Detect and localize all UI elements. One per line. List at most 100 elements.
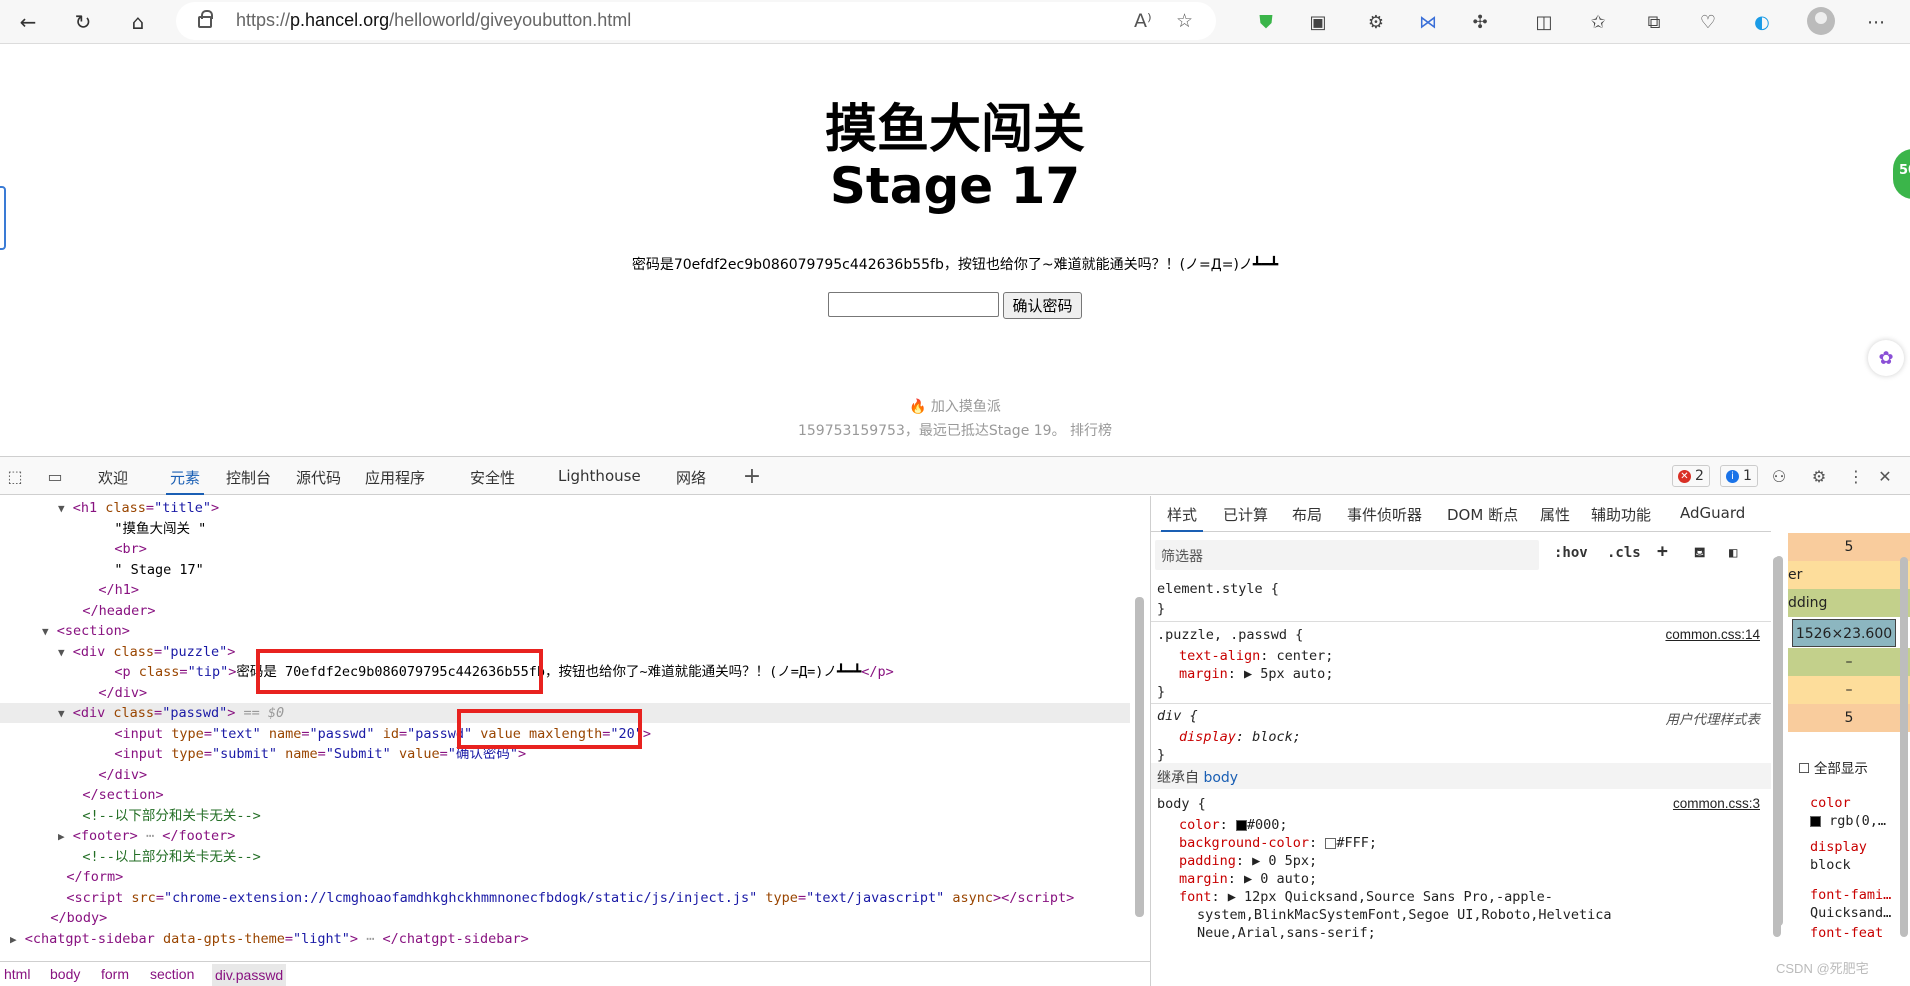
elements-scrollbar[interactable] [1134, 497, 1146, 952]
tab-adguard[interactable]: AdGuard [1680, 504, 1745, 522]
margin-bottom-value[interactable]: 5 [1788, 704, 1910, 732]
settings-icon[interactable]: ⚙ [1808, 465, 1830, 487]
dom-node-row[interactable]: ▼ <div class="puzzle"> [0, 642, 1130, 662]
toggle-sidebar-icon[interactable]: ◧ [1729, 545, 1737, 561]
dom-node-row[interactable]: ▶ <footer> ⋯ </footer> [0, 826, 1130, 846]
puzzle-rule-selector: .puzzle, .passwd { [1157, 627, 1304, 643]
prop-padding: padding: ▶ 0 5px; [1179, 853, 1318, 869]
stage-title: Stage 17 [829, 157, 1081, 215]
submit-button[interactable]: 确认密码 [1003, 292, 1082, 319]
common-css-3-link[interactable]: common.css:3 [1673, 796, 1760, 811]
add-tab-icon[interactable]: + [741, 464, 763, 489]
favorite-star-icon[interactable]: ☆ [1176, 10, 1193, 32]
avatar[interactable] [1807, 7, 1835, 35]
paint-icon[interactable]: ⛾ [1694, 545, 1705, 563]
dom-node-row[interactable]: </section> [0, 785, 1130, 805]
extension-gear-icon[interactable]: ⚙ [1362, 8, 1390, 36]
extensions-puzzle-icon[interactable]: ✣ [1466, 8, 1494, 36]
dom-node-row[interactable]: <p class="tip">密码是 70efdf2ec9b086079795c… [0, 662, 1130, 682]
more-icon[interactable]: ⋮ [1845, 465, 1867, 487]
favorites-icon[interactable]: ✩ [1584, 8, 1612, 36]
computed-color-val: rgb(0,… [1810, 813, 1886, 829]
dom-node-row[interactable]: " Stage 17" [0, 560, 1130, 580]
dom-node-row[interactable]: "摸鱼大闯关 " [0, 519, 1130, 539]
margin-top-value[interactable]: 5 [1788, 533, 1910, 561]
dom-node-row[interactable]: </form> [0, 867, 1130, 887]
inspect-icon[interactable]: ⬚ [4, 465, 26, 487]
breadcrumb-div-passwd[interactable]: div.passwd [212, 964, 287, 986]
dom-node-row[interactable]: </header> [0, 601, 1130, 621]
share-icon[interactable]: ⚇ [1768, 465, 1790, 487]
tab-application[interactable]: 应用程序 [365, 467, 425, 488]
tab-elements[interactable]: 元素 [165, 467, 205, 495]
dom-node-row[interactable]: <script src="chrome-extension://lcmghoao… [0, 888, 1130, 908]
border-bottom-value[interactable]: – [1788, 676, 1910, 704]
edge-icon[interactable]: ◐ [1748, 8, 1776, 36]
tab-layout[interactable]: 布局 [1292, 504, 1322, 525]
computed-color[interactable]: color [1810, 795, 1851, 811]
dom-node-row[interactable]: </h1> [0, 580, 1130, 600]
info-badge[interactable]: i1 [1720, 465, 1758, 487]
tab-sources[interactable]: 源代码 [296, 467, 341, 488]
tab-console[interactable]: 控制台 [226, 467, 271, 488]
common-css-14-link[interactable]: common.css:14 [1665, 627, 1760, 642]
computed-font-feat[interactable]: font-feat [1810, 925, 1883, 941]
dom-node-row[interactable]: </div> [0, 765, 1130, 785]
dom-node-row[interactable]: </div> [0, 683, 1130, 703]
dom-node-row[interactable]: <!--以下部分和关卡无关--> [0, 806, 1130, 826]
dom-node-row[interactable]: ▶ <chatgpt-sidebar data-gpts-theme="ligh… [0, 929, 1130, 949]
extension-shield-icon[interactable]: ⛊ [1252, 8, 1280, 36]
dom-node-row[interactable]: ▼ <h1 class="title"> [0, 498, 1130, 518]
hov-toggle[interactable]: :hov [1554, 545, 1588, 561]
computed-display[interactable]: display [1810, 839, 1867, 855]
tab-security[interactable]: 安全性 [470, 467, 515, 488]
tab-lighthouse[interactable]: Lighthouse [558, 467, 641, 485]
device-toolbar-icon[interactable]: ▭ [44, 465, 66, 487]
home-icon[interactable]: ⌂ [122, 6, 154, 38]
padding-bottom-value[interactable]: – [1788, 648, 1910, 676]
devtools-tab-bar: ⬚ ▭ 欢迎 元素 控制台 源代码 应用程序 安全性 Lighthouse 网络… [0, 457, 1910, 495]
breadcrumb-form[interactable]: form [101, 966, 129, 982]
styles-filter-input[interactable]: 筛选器 [1155, 540, 1539, 570]
tab-accessibility[interactable]: 辅助功能 [1591, 504, 1651, 525]
breadcrumb-html[interactable]: html [4, 966, 30, 982]
close-icon[interactable]: ✕ [1874, 465, 1896, 487]
extension-bowtie-icon[interactable]: ⋈ [1414, 8, 1442, 36]
more-menu-icon[interactable]: ⋯ [1862, 8, 1890, 36]
show-all-checkbox[interactable]: ☐ 全部显示 [1798, 757, 1868, 777]
read-aloud-icon[interactable]: A⁾ [1134, 10, 1152, 32]
computed-scrollbar[interactable] [1773, 557, 1781, 937]
tab-properties[interactable]: 属性 [1540, 504, 1570, 525]
page-title: 摸鱼大闯关 [824, 100, 1085, 160]
password-input[interactable] [828, 292, 1000, 317]
tab-welcome[interactable]: 欢迎 [98, 467, 128, 488]
dom-node-row[interactable]: </body> [0, 908, 1130, 928]
box-model: 5 er dding 1526×23.600 – – 5 ☐ 全部显示 colo… [1788, 533, 1910, 973]
rule-close: } [1157, 747, 1166, 763]
body-rule-selector: body { [1157, 796, 1206, 812]
tab-event-listeners[interactable]: 事件侦听器 [1347, 504, 1422, 525]
ai-assistant-icon[interactable]: ✿ [1868, 340, 1904, 376]
dom-node-row[interactable]: ▼ <section> [0, 621, 1130, 641]
dom-node-row[interactable]: <!--以上部分和关卡无关--> [0, 847, 1130, 867]
tab-styles[interactable]: 样式 [1160, 504, 1204, 532]
new-rule-icon[interactable]: + [1657, 541, 1668, 562]
error-badge[interactable]: ✕ 2 [1672, 465, 1710, 487]
split-screen-icon[interactable]: ◫ [1530, 8, 1558, 36]
boxmodel-scrollbar[interactable] [1900, 557, 1908, 937]
collections-icon[interactable]: ⧉ [1640, 8, 1668, 36]
back-icon[interactable]: ← [12, 6, 44, 38]
tab-computed[interactable]: 已计算 [1223, 504, 1268, 525]
tab-network[interactable]: 网络 [676, 467, 706, 488]
breadcrumb-body[interactable]: body [50, 966, 80, 982]
tab-dom-breakpoints[interactable]: DOM 断点 [1447, 504, 1518, 525]
refresh-icon[interactable]: ↻ [67, 6, 99, 38]
cls-toggle[interactable]: .cls [1607, 545, 1641, 561]
dom-node-row[interactable]: <br> [0, 539, 1130, 559]
join-link[interactable]: 🔥 加入摸鱼派 [0, 396, 1910, 416]
address-bar[interactable]: https://p.hancel.org/helloworld/giveyoub… [176, 2, 1216, 40]
browser-essentials-icon[interactable]: ♡ [1694, 8, 1722, 36]
breadcrumb-section[interactable]: section [150, 966, 194, 982]
computed-font[interactable]: font-fami… [1810, 887, 1891, 903]
extension-gamepad-icon[interactable]: ▣ [1304, 8, 1332, 36]
